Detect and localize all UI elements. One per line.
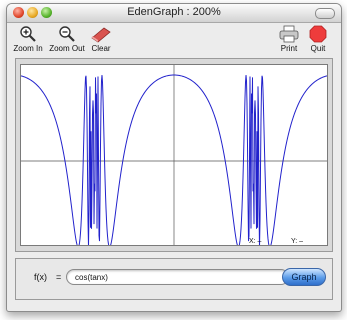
y-coordinate-readout: Y: – [291, 238, 304, 245]
title-bar: EdenGraph : 200% [7, 4, 341, 23]
toolbar: Zoom In Zoom Out Clear Print Quit [7, 23, 341, 55]
zoom-out-button[interactable]: Zoom Out [47, 25, 87, 53]
function-input[interactable] [66, 269, 289, 285]
stop-icon [309, 25, 327, 43]
printer-icon [279, 25, 299, 43]
magnifier-plus-icon [20, 26, 36, 42]
magnifier-minus-icon [59, 26, 75, 42]
eraser-icon [91, 27, 111, 43]
formula-panel: f(x) = Graph [15, 258, 333, 300]
app-window: EdenGraph : 200% Zoom In Zoom Out Clear … [6, 3, 342, 312]
toolbar-toggle-button[interactable] [315, 8, 335, 19]
window-title: EdenGraph : 200% [127, 6, 221, 18]
clear-label: Clear [91, 44, 111, 53]
print-label: Print [280, 44, 298, 53]
quit-button[interactable]: Quit [305, 25, 331, 53]
zoom-in-label: Zoom In [13, 44, 43, 53]
print-button[interactable]: Print [277, 25, 301, 53]
zoom-in-button[interactable]: Zoom In [11, 25, 45, 53]
graph-button[interactable]: Graph [282, 268, 326, 286]
equals-sign: = [56, 272, 62, 282]
x-coordinate-readout: X: – [249, 238, 262, 245]
clear-button[interactable]: Clear [87, 25, 115, 53]
function-label: f(x) [34, 272, 47, 282]
zoom-out-label: Zoom Out [49, 44, 85, 53]
graph-canvas[interactable]: X: – Y: – [20, 64, 328, 248]
quit-label: Quit [310, 44, 326, 53]
graph-svg [20, 65, 328, 248]
